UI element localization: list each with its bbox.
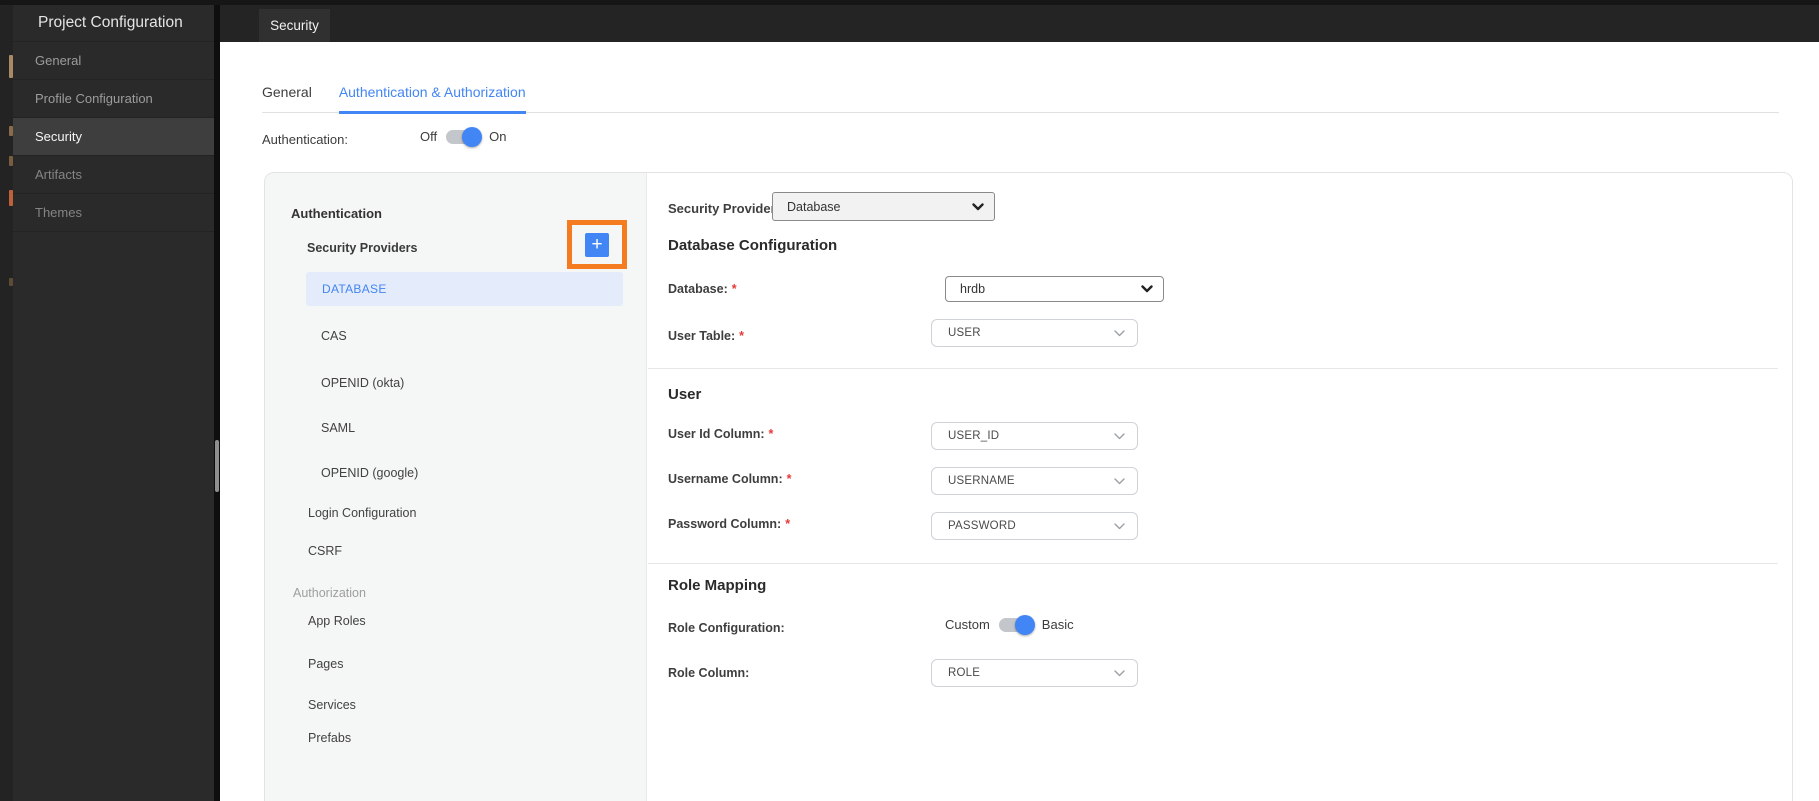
authentication-toggle-label: Authentication: [262,132,349,147]
select-value: USERNAME [948,475,1015,487]
role-mapping-heading: Role Mapping [668,577,767,594]
authentication-toggle-group: Off On [420,126,507,147]
select-value: USER [948,327,981,339]
panel-resize-handle[interactable] [215,440,219,492]
provider-item-database[interactable]: DATABASE [306,272,623,306]
nav-item-app-roles[interactable]: App Roles [308,614,366,628]
required-asterisk: * [731,282,737,296]
edge-icon-fragment [9,55,13,78]
sidebar-item-themes[interactable]: Themes [13,194,214,232]
provider-item-saml[interactable]: SAML [321,421,355,435]
tab-general[interactable]: General [262,85,312,112]
select-value: USER_ID [948,430,1000,442]
role-column-select[interactable]: ROLE [931,659,1138,687]
username-column-select[interactable]: USERNAME [931,467,1138,495]
security-settings-card: Authentication Security Providers + DATA… [264,172,1793,801]
toggle-on-label: On [489,129,507,144]
dropdown-chevron-icon [1114,669,1125,677]
user-section-heading: User [668,386,702,403]
role-column-label: Role Column: [668,666,750,680]
security-provider-label: Security Provider [668,201,776,216]
section-divider [648,563,1778,564]
select-value: ROLE [948,667,981,679]
top-tab-security[interactable]: Security [259,9,330,42]
select-value: Database [787,199,841,214]
field-label-text: Username Column: [668,472,783,486]
left-edge-bar [0,0,13,801]
edge-icon-fragment [9,190,13,206]
plus-icon: + [591,234,603,255]
select-value: PASSWORD [948,520,1016,532]
top-window-strip [0,0,1819,5]
authentication-switch[interactable] [446,126,483,147]
provider-item-openid-google[interactable]: OPENID (google) [321,466,418,480]
required-asterisk: * [739,329,745,343]
field-label-text: User Id Column: [668,427,765,441]
database-select[interactable]: hrdb [945,276,1164,302]
sidebar-item-profile-configuration[interactable]: Profile Configuration [13,80,214,118]
dropdown-chevron-icon [1114,522,1125,530]
nav-header-security-providers: Security Providers [307,241,418,255]
nav-item-csrf[interactable]: CSRF [308,544,342,558]
edge-icon-fragment [9,278,13,286]
username-column-label: Username Column: * [668,472,791,486]
dropdown-chevron-icon [1114,477,1125,485]
role-configuration-label: Role Configuration: [668,621,785,635]
sidebar-item-general[interactable]: General [13,42,214,80]
nav-header-authentication: Authentication [291,206,382,221]
select-value: hrdb [960,282,986,296]
add-provider-button[interactable]: + [585,232,609,257]
database-field-label: Database: * [668,282,737,296]
switch-knob [1014,614,1035,635]
nav-item-pages[interactable]: Pages [308,657,343,671]
toggle-custom-label: Custom [945,617,990,632]
user-table-field-label: User Table: * [668,329,744,343]
top-bar: Security [220,0,1819,42]
user-id-column-select[interactable]: USER_ID [931,422,1138,450]
sidebar-title: Project Configuration [13,0,214,42]
sidebar-item-artifacts[interactable]: Artifacts [13,156,214,194]
authentication-nav-panel: Authentication Security Providers + DATA… [265,173,647,801]
sidebar-gutter [214,0,220,801]
dropdown-chevron-icon [1114,329,1125,337]
toggle-off-label: Off [420,129,438,144]
toggle-basic-label: Basic [1041,617,1074,632]
main-content: General Authentication & Authorization A… [220,42,1819,801]
user-table-select[interactable]: USER [931,319,1138,347]
section-divider [648,368,1778,369]
provider-item-openid-okta[interactable]: OPENID (okta) [321,376,404,390]
edge-icon-fragment [9,126,13,136]
security-tab-bar: General Authentication & Authorization [262,85,1779,114]
security-provider-select[interactable]: Database [772,192,995,221]
field-label-text: User Table: [668,329,736,343]
nav-header-authorization: Authorization [293,586,366,600]
dropdown-chevron-icon [1114,432,1125,440]
required-asterisk: * [768,427,774,441]
nav-item-prefabs[interactable]: Prefabs [308,731,351,745]
dropdown-chevron-icon [1141,285,1153,293]
required-asterisk: * [785,517,791,531]
password-column-label: Password Column: * [668,517,790,531]
provider-item-cas[interactable]: CAS [321,329,347,343]
tab-authentication-authorization[interactable]: Authentication & Authorization [338,85,526,114]
edge-icon-fragment [9,156,13,166]
database-configuration-heading: Database Configuration [668,237,838,254]
field-label-text: Password Column: [668,517,782,531]
required-asterisk: * [786,472,792,486]
nav-item-services[interactable]: Services [308,698,356,712]
user-id-column-label: User Id Column: * [668,427,773,441]
password-column-select[interactable]: PASSWORD [931,512,1138,540]
dropdown-chevron-icon [972,202,984,211]
sidebar-item-security[interactable]: Security [13,118,214,156]
role-configuration-toggle-group: Custom Basic [945,614,1074,635]
field-label-text: Database: [668,282,728,296]
annotation-highlight-box: + [567,220,627,269]
switch-knob [462,126,483,147]
nav-item-login-configuration[interactable]: Login Configuration [308,506,416,520]
project-config-sidebar: Project Configuration General Profile Co… [13,0,214,801]
role-configuration-switch[interactable] [998,614,1035,635]
database-provider-form: Security Provider Database Database Conf… [648,173,1792,801]
